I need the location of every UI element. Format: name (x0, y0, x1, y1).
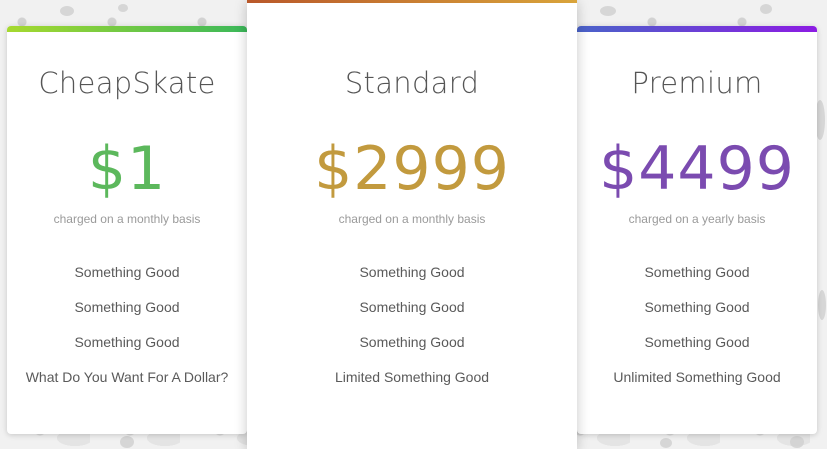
feature-list: Something Good Something Good Something … (7, 264, 247, 404)
background-pattern-dot (790, 436, 804, 448)
feature-list: Something Good Something Good Something … (577, 264, 817, 404)
feature-item: Something Good (74, 264, 180, 280)
feature-item: Something Good (644, 264, 750, 280)
plan-title: CheapSkate (38, 66, 216, 100)
feature-item: Something Good (74, 299, 180, 315)
background-pattern-dot (660, 438, 672, 448)
feature-item: Unlimited Something Good (613, 369, 781, 385)
plan-price: $4499 (599, 134, 795, 204)
card-accent-bar (577, 26, 817, 32)
billing-basis: charged on a monthly basis (53, 212, 201, 226)
card-accent-bar (7, 26, 247, 32)
feature-list: Something Good Something Good Something … (247, 264, 577, 404)
pricing-card-standard: Standard $2999 charged on a monthly basi… (247, 0, 577, 449)
feature-item: Something Good (644, 299, 750, 315)
background-pattern-dot (760, 4, 772, 14)
background-pattern-dot (60, 6, 74, 16)
feature-item: Something Good (359, 334, 465, 350)
feature-item: Something Good (74, 334, 180, 350)
background-pattern-dot (600, 6, 616, 16)
pricing-card-cheapskate: CheapSkate $1 charged on a monthly basis… (7, 26, 247, 434)
plan-title: Premium (631, 66, 763, 100)
feature-item: Limited Something Good (334, 369, 490, 385)
background-pattern-dot (818, 290, 826, 320)
plan-price: $1 (87, 134, 167, 204)
background-pattern-dot (120, 436, 134, 448)
feature-item: Something Good (359, 264, 465, 280)
billing-basis: charged on a yearly basis (628, 212, 766, 226)
card-accent-bar (247, 0, 577, 3)
background-pattern-dot (118, 4, 128, 12)
plan-title: Standard (344, 66, 480, 100)
feature-item: Something Good (644, 334, 750, 350)
feature-item: What Do You Want For A Dollar? (25, 369, 229, 385)
plan-price: $2999 (314, 134, 510, 204)
feature-item: Something Good (359, 299, 465, 315)
billing-basis: charged on a monthly basis (338, 212, 486, 226)
pricing-card-premium: Premium $4499 charged on a yearly basis … (577, 26, 817, 434)
